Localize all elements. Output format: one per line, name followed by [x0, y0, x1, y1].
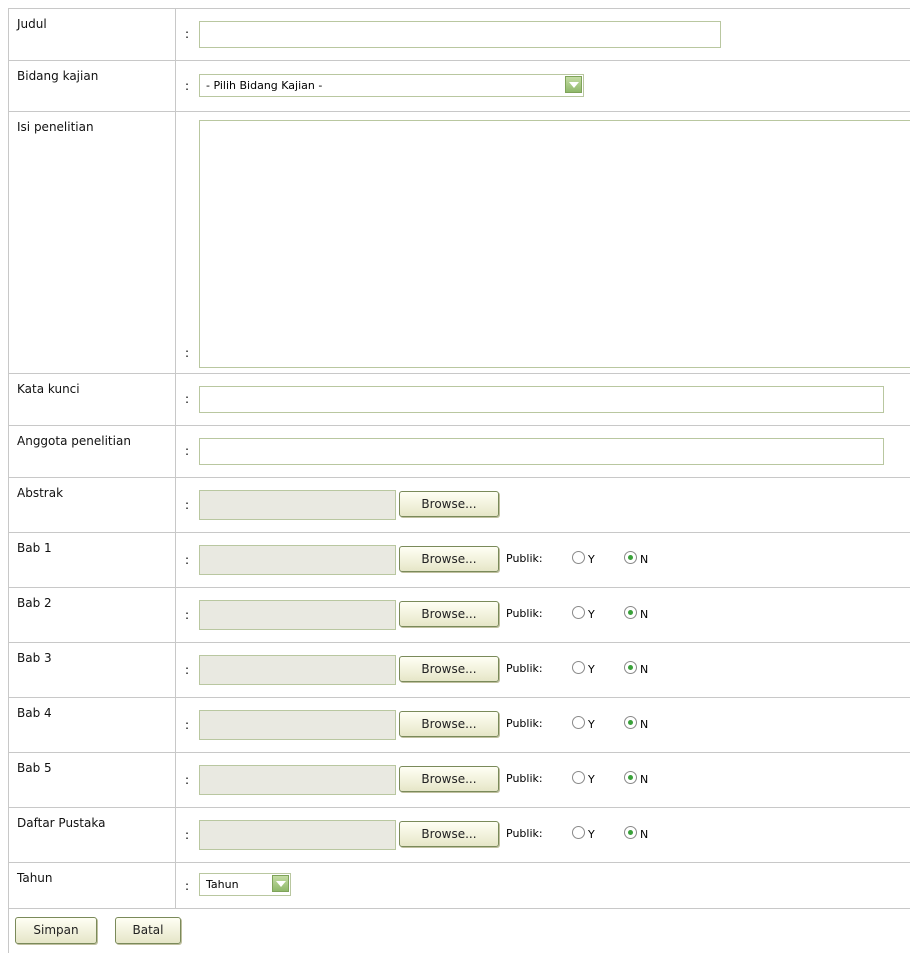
bab-4-browse-button[interactable]: Browse...: [399, 711, 499, 737]
publik-y-radio[interactable]: [572, 661, 585, 674]
bab-3-browse-button[interactable]: Browse...: [399, 656, 499, 682]
bab-2-browse-button[interactable]: Browse...: [399, 601, 499, 627]
tahun-label: Tahun: [9, 863, 176, 909]
isi-penelitian-label: Isi penelitian: [9, 112, 176, 374]
chevron-down-icon[interactable]: [565, 76, 582, 93]
bab-row: Bab 2 : Browse... Publik: Y N: [9, 588, 910, 643]
publik-label: Publik:: [506, 717, 543, 730]
bab-5-browse-button[interactable]: Browse...: [399, 766, 499, 792]
judul-input[interactable]: [199, 21, 721, 48]
publik-y-radio[interactable]: [572, 551, 585, 564]
publik-y-radio[interactable]: [572, 771, 585, 784]
abstrak-file-input[interactable]: [199, 490, 396, 520]
publik-label: Publik:: [506, 772, 543, 785]
tahun-selected: Tahun: [206, 878, 239, 891]
tahun-select[interactable]: Tahun: [199, 873, 291, 896]
radio-y-label: Y: [588, 718, 595, 731]
simpan-button[interactable]: Simpan: [15, 917, 97, 944]
publik-label: Publik:: [506, 607, 543, 620]
bab-1-file-input[interactable]: [199, 545, 396, 575]
publik-n-radio[interactable]: [624, 771, 637, 784]
bidang-kajian-selected: - Pilih Bidang Kajian -: [206, 79, 322, 92]
colon: :: [185, 879, 189, 893]
bab-2-label: Bab 2: [9, 588, 176, 643]
bab-5-label: Bab 5: [9, 753, 176, 808]
colon: :: [185, 444, 189, 458]
radio-n-label: N: [640, 773, 648, 786]
bab-row: Daftar Pustaka : Browse... Publik: Y N: [9, 808, 910, 863]
bab-row: Bab 5 : Browse... Publik: Y N: [9, 753, 910, 808]
isi-penelitian-textarea[interactable]: [199, 120, 910, 368]
bidang-kajian-label: Bidang kajian: [9, 61, 176, 112]
bab-1-browse-button[interactable]: Browse...: [399, 546, 499, 572]
colon: :: [185, 608, 189, 622]
research-form-table: Judul : Bidang kajian : - Pilih Bidang K…: [8, 8, 910, 953]
anggota-penelitian-label: Anggota penelitian: [9, 426, 176, 478]
daftar-pustaka-browse-button[interactable]: Browse...: [399, 821, 499, 847]
anggota-penelitian-input[interactable]: [199, 438, 884, 465]
radio-y-label: Y: [588, 608, 595, 621]
colon: :: [185, 553, 189, 567]
publik-n-radio[interactable]: [624, 606, 637, 619]
colon: :: [185, 773, 189, 787]
publik-label: Publik:: [506, 662, 543, 675]
chevron-down-icon[interactable]: [272, 875, 289, 892]
colon: :: [185, 346, 189, 360]
bab-2-file-input[interactable]: [199, 600, 396, 630]
bab-row: Bab 1 : Browse... Publik: Y N: [9, 533, 910, 588]
abstrak-browse-button[interactable]: Browse...: [399, 491, 499, 517]
radio-y-label: Y: [588, 773, 595, 786]
bab-3-file-input[interactable]: [199, 655, 396, 685]
radio-n-label: N: [640, 608, 648, 621]
publik-y-radio[interactable]: [572, 826, 585, 839]
colon: :: [185, 498, 189, 512]
radio-y-label: Y: [588, 663, 595, 676]
radio-n-label: N: [640, 718, 648, 731]
kata-kunci-input[interactable]: [199, 386, 884, 413]
kata-kunci-label: Kata kunci: [9, 374, 176, 426]
radio-n-label: N: [640, 553, 648, 566]
bab-4-file-input[interactable]: [199, 710, 396, 740]
colon: :: [185, 828, 189, 842]
colon: :: [185, 79, 189, 93]
colon: :: [185, 663, 189, 677]
bab-5-file-input[interactable]: [199, 765, 396, 795]
daftar-pustaka-file-input[interactable]: [199, 820, 396, 850]
batal-button[interactable]: Batal: [115, 917, 181, 944]
bab-4-label: Bab 4: [9, 698, 176, 753]
daftar-pustaka-label: Daftar Pustaka: [9, 808, 176, 863]
colon: :: [185, 392, 189, 406]
publik-y-radio[interactable]: [572, 716, 585, 729]
bab-3-label: Bab 3: [9, 643, 176, 698]
radio-n-label: N: [640, 828, 648, 841]
abstrak-label: Abstrak: [9, 478, 176, 533]
publik-n-radio[interactable]: [624, 716, 637, 729]
colon: :: [185, 718, 189, 732]
publik-n-radio[interactable]: [624, 661, 637, 674]
colon: :: [185, 27, 189, 41]
publik-label: Publik:: [506, 552, 543, 565]
bab-row: Bab 3 : Browse... Publik: Y N: [9, 643, 910, 698]
radio-n-label: N: [640, 663, 648, 676]
publik-label: Publik:: [506, 827, 543, 840]
bab-row: Bab 4 : Browse... Publik: Y N: [9, 698, 910, 753]
bidang-kajian-select[interactable]: - Pilih Bidang Kajian -: [199, 74, 584, 97]
publik-n-radio[interactable]: [624, 826, 637, 839]
radio-y-label: Y: [588, 553, 595, 566]
bab-1-label: Bab 1: [9, 533, 176, 588]
radio-y-label: Y: [588, 828, 595, 841]
judul-label: Judul: [9, 9, 176, 61]
publik-n-radio[interactable]: [624, 551, 637, 564]
publik-y-radio[interactable]: [572, 606, 585, 619]
